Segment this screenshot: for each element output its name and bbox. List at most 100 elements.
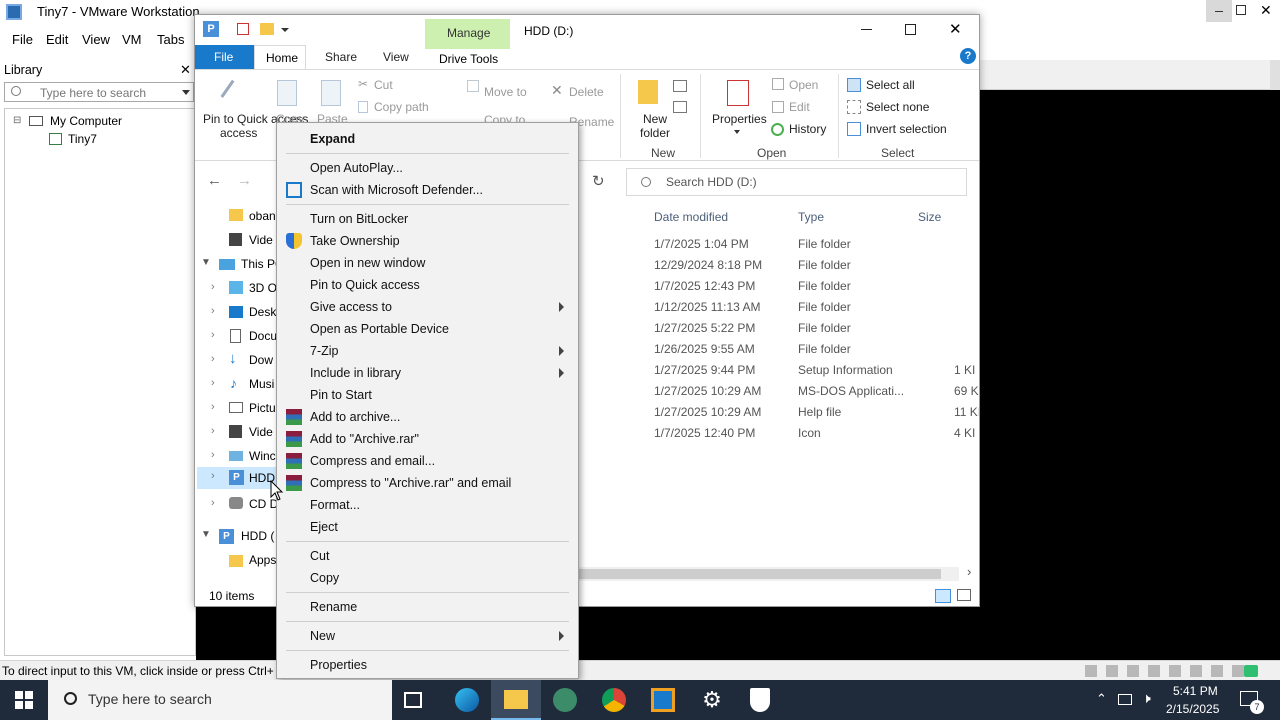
tab-view[interactable]: View xyxy=(383,50,409,64)
qat-dropdown-icon[interactable] xyxy=(281,28,289,32)
vmware-minimize-button[interactable] xyxy=(1206,0,1232,22)
table-row[interactable]: 1/27/2025 5:22 PM File folder xyxy=(579,318,979,339)
edge-icon[interactable] xyxy=(455,688,479,712)
nav-item-documents[interactable]: Docu xyxy=(249,329,277,343)
menu-tabs[interactable]: Tabs xyxy=(157,32,184,47)
tree-tiny7[interactable]: Tiny7 xyxy=(68,132,97,146)
nav-chevron-icon[interactable]: › xyxy=(211,353,215,365)
menu-include-in-library[interactable]: Include in library xyxy=(310,366,401,380)
column-date-modified[interactable]: Date modified xyxy=(654,210,728,224)
nav-chevron-icon[interactable]: › xyxy=(211,305,215,317)
taskbar-search-input[interactable]: Type here to search xyxy=(48,680,392,720)
nav-item-3d-objects[interactable]: 3D O xyxy=(249,281,277,295)
scrollbar-thumb[interactable] xyxy=(579,569,941,579)
library-search-input[interactable]: Type here to search xyxy=(4,82,194,102)
menu-edit[interactable]: Edit xyxy=(46,32,68,47)
nav-chevron-icon[interactable]: › xyxy=(211,377,215,389)
nav-item-hdd-drive[interactable]: HDD ( xyxy=(241,529,274,543)
scrollbar[interactable] xyxy=(1270,60,1280,90)
cut-button[interactable]: Cut xyxy=(374,78,393,92)
close-button[interactable]: ✕ xyxy=(949,20,962,38)
column-size[interactable]: Size xyxy=(918,210,941,224)
table-row[interactable]: 1/27/2025 9:44 PM Setup Information 1 KI xyxy=(579,360,979,381)
message-icon[interactable] xyxy=(1244,665,1258,677)
menu-compress-to-rar-email[interactable]: Compress to "Archive.rar" and email xyxy=(310,476,511,490)
menu-properties[interactable]: Properties xyxy=(310,658,367,672)
task-view-icon[interactable] xyxy=(404,692,422,708)
network-icon[interactable] xyxy=(1118,694,1132,705)
table-row[interactable]: 12/29/2024 8:18 PM File folder xyxy=(579,255,979,276)
nav-item-pictures[interactable]: Pictu xyxy=(249,401,276,415)
select-all-button[interactable]: Select all xyxy=(866,78,915,92)
menu-new[interactable]: New xyxy=(310,629,335,643)
edit-button[interactable]: Edit xyxy=(789,100,810,114)
nav-item-videos[interactable]: Vide xyxy=(249,425,273,439)
nav-chevron-icon[interactable]: › xyxy=(211,329,215,341)
globe-app-icon[interactable] xyxy=(553,688,577,712)
table-row[interactable]: 1/26/2025 9:55 AM File folder xyxy=(579,339,979,360)
column-type[interactable]: Type xyxy=(798,210,824,224)
properties-dropdown-icon[interactable] xyxy=(734,130,740,134)
windows-start-icon[interactable] xyxy=(15,691,33,709)
select-none-button[interactable]: Select none xyxy=(866,100,929,114)
nav-chevron-icon[interactable]: › xyxy=(211,425,215,437)
invert-selection-button[interactable]: Invert selection xyxy=(866,122,947,136)
menu-7zip[interactable]: 7-Zip xyxy=(310,344,338,358)
nav-item-downloads[interactable]: Dow xyxy=(249,353,273,367)
forward-arrow-icon[interactable]: → xyxy=(237,172,252,189)
menu-eject[interactable]: Eject xyxy=(310,520,338,534)
menu-cut[interactable]: Cut xyxy=(310,549,329,563)
nav-item-windows-drive[interactable]: Winc xyxy=(249,449,276,463)
nav-chevron-icon[interactable]: › xyxy=(211,281,215,293)
table-row[interactable]: 1/12/2025 11:13 AM File folder xyxy=(579,297,979,318)
menu-view[interactable]: View xyxy=(82,32,110,47)
menu-open-portable-device[interactable]: Open as Portable Device xyxy=(310,322,449,336)
nav-item-videos-quick[interactable]: Vide xyxy=(249,233,273,247)
menu-pin-quick-access[interactable]: Pin to Quick access xyxy=(310,278,420,292)
menu-expand[interactable]: Expand xyxy=(310,132,355,146)
menu-file[interactable]: File xyxy=(12,32,33,47)
properties-qat-icon[interactable] xyxy=(237,23,249,35)
nav-chevron-icon[interactable]: › xyxy=(211,497,215,509)
details-view-icon[interactable] xyxy=(935,589,951,603)
table-row[interactable]: 1/7/2025 12:40 PM Icon 4 KI xyxy=(579,423,979,444)
open-button[interactable]: Open xyxy=(789,78,818,92)
delete-button[interactable]: Delete xyxy=(569,85,604,99)
nav-chevron-icon[interactable]: › xyxy=(211,401,215,413)
nav-item-apps[interactable]: Apps xyxy=(249,553,276,567)
tab-file[interactable]: File xyxy=(195,45,254,69)
large-icons-view-icon[interactable] xyxy=(957,589,971,601)
tab-home[interactable]: Home xyxy=(254,45,306,70)
clock-date[interactable]: 2/15/2025 xyxy=(1166,702,1219,716)
move-to-button[interactable]: Move to xyxy=(484,85,527,99)
maximize-button[interactable] xyxy=(905,24,916,35)
menu-add-to-archive[interactable]: Add to archive... xyxy=(310,410,400,424)
menu-turn-on-bitlocker[interactable]: Turn on BitLocker xyxy=(310,212,408,226)
vmware-close-button[interactable]: ✕ xyxy=(1260,2,1272,19)
chrome-icon[interactable] xyxy=(602,688,626,712)
table-row[interactable]: 1/7/2025 12:43 PM File folder xyxy=(579,276,979,297)
nav-item-oban[interactable]: oban xyxy=(249,209,276,223)
tab-share[interactable]: Share xyxy=(325,50,357,64)
scroll-right-icon[interactable]: › xyxy=(967,564,971,579)
tab-drive-tools[interactable]: Drive Tools xyxy=(425,45,510,69)
menu-copy[interactable]: Copy xyxy=(310,571,339,585)
menu-scan-defender[interactable]: Scan with Microsoft Defender... xyxy=(310,183,483,197)
file-explorer-taskbar-button[interactable] xyxy=(491,680,541,720)
nav-item-music[interactable]: Musi xyxy=(249,377,274,391)
properties-button[interactable]: Properties xyxy=(712,112,767,126)
menu-open-new-window[interactable]: Open in new window xyxy=(310,256,425,270)
horizontal-scrollbar[interactable]: › xyxy=(579,564,971,581)
chevron-down-icon[interactable] xyxy=(182,90,190,95)
menu-open-autoplay[interactable]: Open AutoPlay... xyxy=(310,161,403,175)
help-icon[interactable]: ? xyxy=(960,48,976,64)
security-shield-icon[interactable] xyxy=(750,688,770,712)
table-row[interactable]: 1/27/2025 10:29 AM MS-DOS Applicati... 69 … xyxy=(579,381,979,402)
menu-rename[interactable]: Rename xyxy=(310,600,357,614)
menu-pin-to-start[interactable]: Pin to Start xyxy=(310,388,372,402)
tray-chevron-up-icon[interactable]: ⌃ xyxy=(1096,691,1107,707)
nav-chevron-icon[interactable]: › xyxy=(211,470,215,482)
library-close-icon[interactable]: ✕ xyxy=(180,62,191,78)
vmware-taskbar-icon[interactable] xyxy=(651,688,675,712)
new-folder-button[interactable]: New folder xyxy=(635,112,675,140)
